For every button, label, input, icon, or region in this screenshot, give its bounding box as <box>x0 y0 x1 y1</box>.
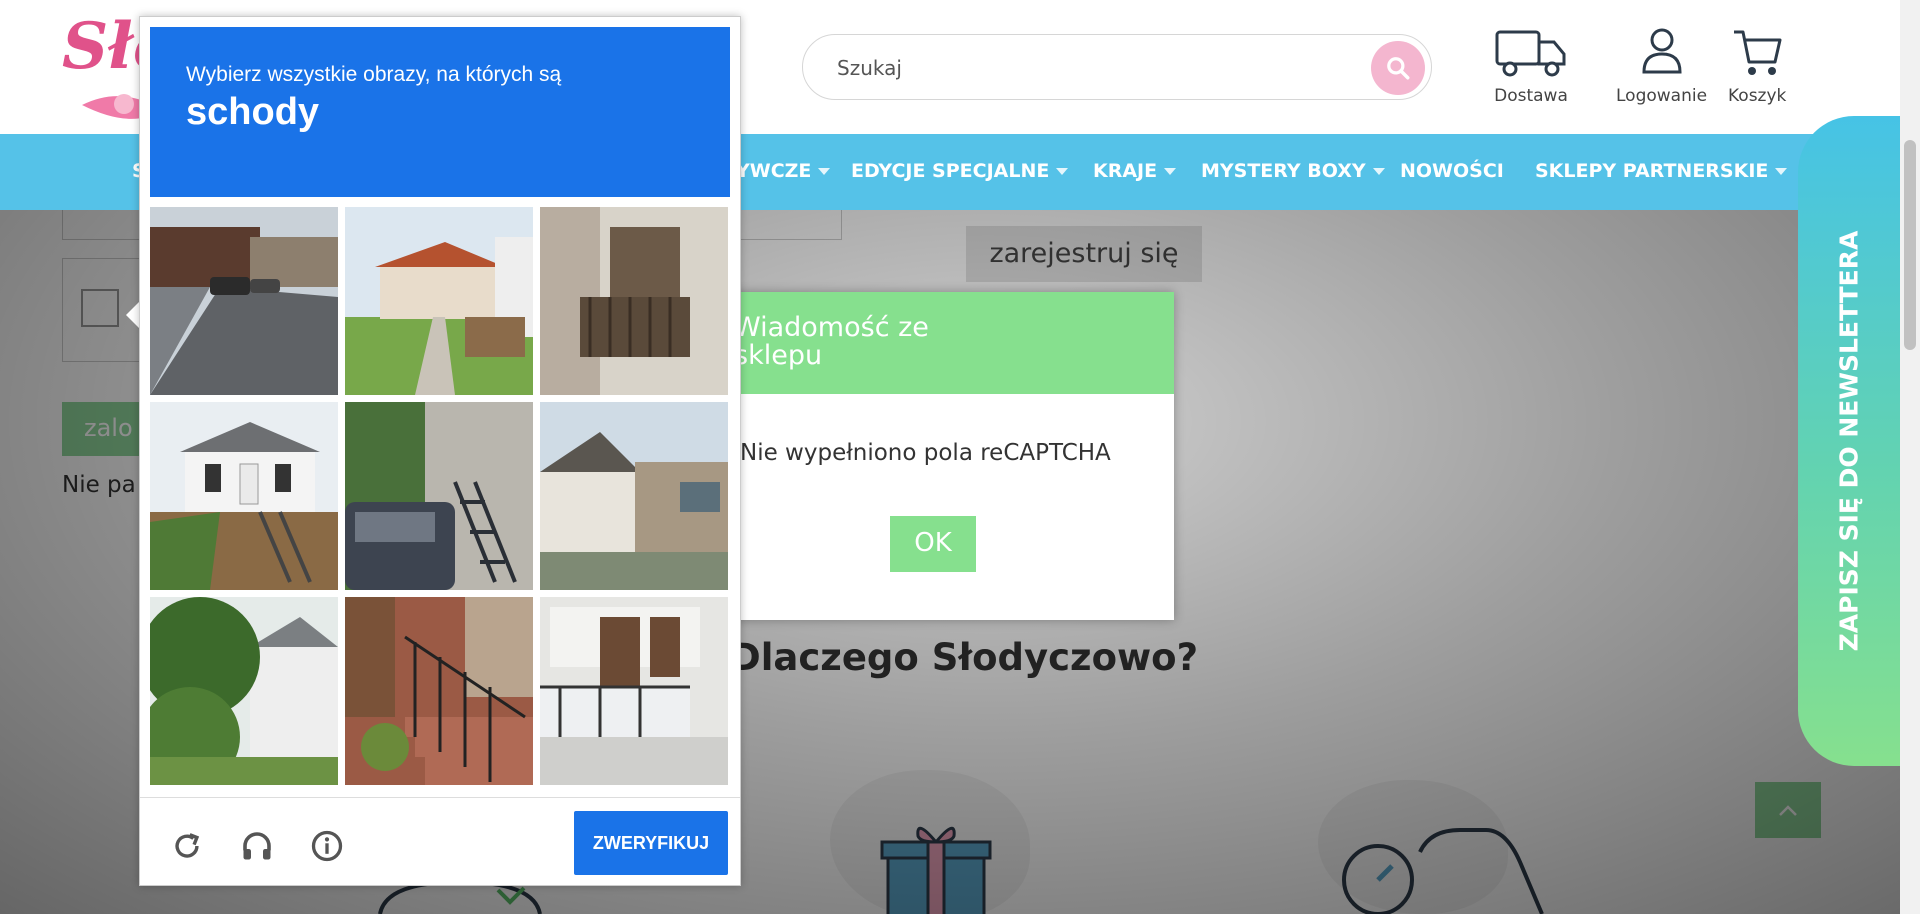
captcha-tile[interactable] <box>345 597 533 785</box>
register-button[interactable]: zarejestruj się <box>966 226 1202 282</box>
gift-icon <box>880 826 992 914</box>
captcha-tile[interactable] <box>540 402 728 590</box>
nav-item-partner-shops[interactable]: SKLEPY PARTNERSKIE <box>1535 160 1788 182</box>
reload-button[interactable] <box>166 825 208 867</box>
recaptcha-instruction: Wybierz wszystkie obrazy, na których są <box>186 63 562 86</box>
cart-link[interactable]: Koszyk <box>1728 26 1786 106</box>
captcha-tile[interactable] <box>345 207 533 395</box>
reload-icon <box>175 833 200 858</box>
truck-icon <box>1495 30 1566 77</box>
headphones-icon <box>243 832 271 860</box>
nav-item-countries[interactable]: KRAJE <box>1093 160 1177 182</box>
info-icon <box>311 830 343 862</box>
captcha-tile[interactable] <box>150 402 338 590</box>
recaptcha-header: Wybierz wszystkie obrazy, na których są … <box>150 27 730 197</box>
nav-item-1[interactable]: YWCZE <box>736 160 831 182</box>
page-scrollbar[interactable] <box>1900 0 1920 914</box>
scroll-to-top-button[interactable] <box>1755 782 1821 838</box>
login-label: Logowanie <box>1616 86 1708 106</box>
chevron-down-icon <box>1372 168 1385 175</box>
login-link[interactable]: Logowanie <box>1616 26 1707 106</box>
chevron-down-icon <box>1164 168 1177 175</box>
chevron-down-icon <box>1056 168 1069 175</box>
audio-challenge-button[interactable] <box>236 825 278 867</box>
captcha-tile[interactable] <box>345 402 533 590</box>
user-icon <box>1642 28 1682 74</box>
info-button[interactable] <box>306 825 348 867</box>
shop-message-title: Wiadomość ze sklepu <box>716 292 1174 394</box>
chevron-up-icon <box>1779 805 1797 816</box>
search-input[interactable]: Szukaj <box>802 34 1432 100</box>
nav-item-new[interactable]: NOWOŚCI <box>1400 160 1504 182</box>
newsletter-tab[interactable]: ZAPISZ SIĘ DO NEWSLETTERA <box>1798 116 1900 766</box>
shop-message-text: Nie wypełniono pola reCAPTCHA <box>740 440 1111 466</box>
why-heading: Dlaczego Słodyczowo? <box>730 636 1199 679</box>
captcha-tile[interactable] <box>150 207 338 395</box>
forgot-password-text[interactable]: Nie pa <box>62 472 136 498</box>
captcha-tile[interactable] <box>540 597 728 785</box>
cart-icon <box>1734 30 1782 75</box>
ok-button[interactable]: OK <box>890 516 976 572</box>
chevron-down-icon <box>818 168 831 175</box>
captcha-pointer <box>126 302 139 328</box>
recaptcha-image-grid <box>150 207 734 787</box>
nav-item-mystery-boxes[interactable]: MYSTERY BOXY <box>1201 160 1385 182</box>
newsletter-label: ZAPISZ SIĘ DO NEWSLETTERA <box>1834 230 1864 652</box>
shop-message-dialog: Wiadomość ze sklepu Nie wypełniono pola … <box>716 292 1174 620</box>
search-icon <box>1387 57 1410 80</box>
remember-checkbox[interactable] <box>81 289 119 327</box>
recaptcha-target: schody <box>186 91 320 133</box>
cart-label: Koszyk <box>1728 86 1787 106</box>
nav-item-special-editions[interactable]: EDYCJE SPECJALNE <box>851 160 1069 182</box>
captcha-tile[interactable] <box>150 597 338 785</box>
scrollbar-thumb[interactable] <box>1904 140 1916 350</box>
search-placeholder: Szukaj <box>837 56 902 80</box>
search-button[interactable] <box>1371 41 1425 95</box>
delivery-label: Dostawa <box>1494 86 1568 106</box>
captcha-tile[interactable] <box>540 207 728 395</box>
recaptcha-divider <box>140 797 740 798</box>
recaptcha-challenge: Wybierz wszystkie obrazy, na których są … <box>139 16 741 886</box>
chevron-down-icon <box>1775 168 1788 175</box>
fast-delivery-icon <box>1342 828 1544 914</box>
delivery-link[interactable]: Dostawa <box>1494 26 1568 106</box>
verify-button[interactable]: ZWERYFIKUJ <box>574 811 728 875</box>
